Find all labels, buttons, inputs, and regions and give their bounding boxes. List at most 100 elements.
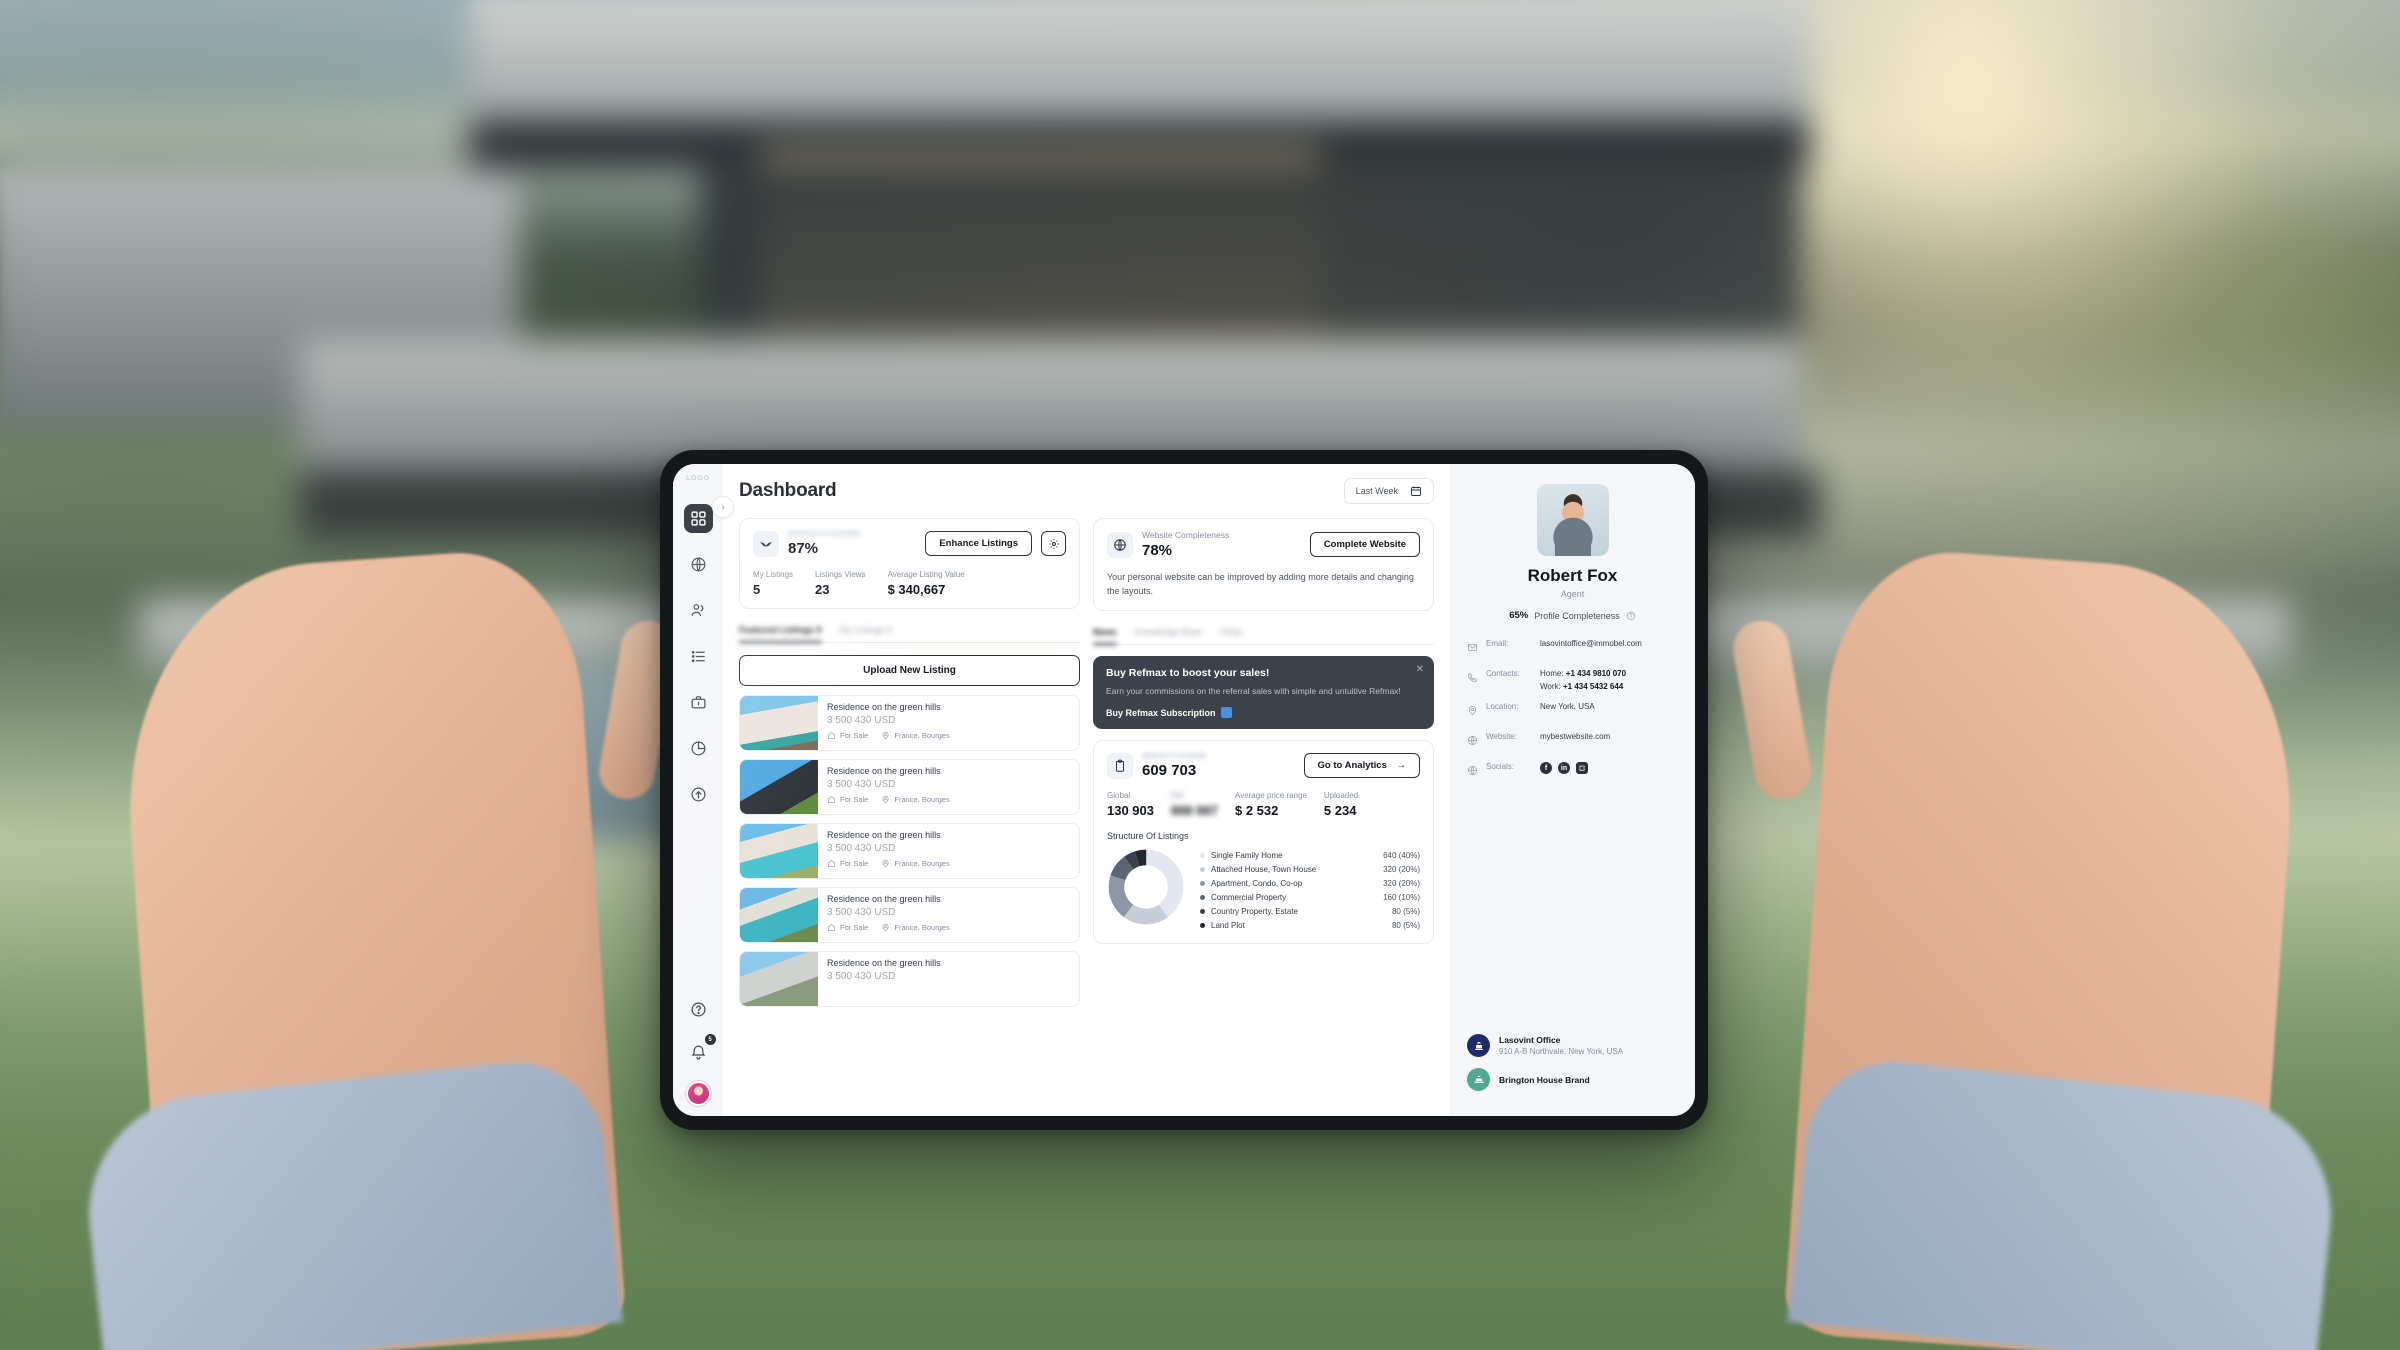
- banner-title: Buy Refmax to boost your sales!: [1106, 666, 1270, 679]
- close-icon[interactable]: ✕: [1416, 664, 1424, 675]
- complete-website-button[interactable]: Complete Website: [1309, 532, 1420, 557]
- go-to-analytics-button[interactable]: Go to Analytics →: [1303, 753, 1420, 779]
- listing-quality-title-blurred: [788, 530, 860, 537]
- legend-item: Attached House, Town House 320 (20%): [1200, 862, 1420, 876]
- contact-work-label: Work:: [1540, 682, 1561, 691]
- listings-list: Residence on the green hills 3 500 430 U…: [739, 695, 1080, 1015]
- metric-label: Average Listing Value: [887, 570, 965, 579]
- list-item[interactable]: Residence on the green hills 3 500 430 U…: [739, 823, 1080, 879]
- legend-value: 160 (10%): [1383, 892, 1420, 902]
- metric-average-price-range: Average price range $ 2 532: [1235, 791, 1307, 818]
- legend-dot: [1200, 922, 1205, 928]
- sidebar-item-portfolio[interactable]: [684, 688, 713, 717]
- buy-refmax-subscription-link[interactable]: Buy Refmax Subscription: [1106, 707, 1421, 719]
- upload-new-listing-button[interactable]: Upload New Listing: [739, 655, 1080, 686]
- metric-value: $ 340,667: [887, 582, 946, 597]
- sidebar-item-website[interactable]: [684, 550, 713, 579]
- sidebar-item-analytics[interactable]: [684, 734, 713, 763]
- list-item[interactable]: Residence on the green hills 3 500 430 U…: [739, 887, 1080, 943]
- chart-title: Structure Of Listings: [1107, 831, 1189, 842]
- metric-value: 888 887: [1171, 803, 1218, 819]
- website-card-description: Your personal website can be improved by…: [1107, 572, 1414, 596]
- listing-body: Residence on the green hills 3 500 430 U…: [818, 952, 1079, 1006]
- upload-circle-icon: [691, 787, 705, 802]
- metric-uploaded: Uploaded 5 234: [1324, 791, 1358, 818]
- list-item[interactable]: Residence on the green hills 3 500 430 U…: [739, 695, 1080, 751]
- date-filter-dropdown[interactable]: Last Week: [1343, 478, 1434, 504]
- tab-faqs[interactable]: FAQs: [1220, 627, 1243, 644]
- pin-icon: [882, 795, 889, 804]
- pie-chart-icon: [691, 741, 705, 756]
- instagram-icon[interactable]: ◻: [1576, 762, 1588, 774]
- listing-meta: For Sale France, Bourges: [827, 731, 1070, 740]
- tab-featured-listings[interactable]: Featured Listings 5: [739, 625, 822, 643]
- profile-role: Agent: [1560, 589, 1585, 599]
- listing-body: Residence on the green hills 3 500 430 U…: [818, 888, 1079, 942]
- legend-label: Land Plot: [1211, 920, 1245, 930]
- metric-label: My Listings: [753, 570, 794, 579]
- info-icon[interactable]: [1626, 611, 1636, 621]
- sidebar-item-help[interactable]: [684, 995, 713, 1024]
- listing-quality-metrics: My Listings 5 Listings Views 23 Average …: [753, 570, 1066, 597]
- location-label: France, Bourges: [894, 795, 950, 804]
- metric-value: 5: [753, 582, 761, 597]
- profile-website-value[interactable]: mybestwebsite.com: [1540, 732, 1610, 741]
- profile-label: Email:: [1486, 639, 1509, 648]
- organization-brington-house-brand[interactable]: Brington House Brand: [1467, 1068, 1678, 1091]
- pin-icon: [882, 859, 889, 868]
- status-label: For Sale: [840, 859, 869, 868]
- organization-lasovint-office[interactable]: Lasovint Office 910 A-B Northvale, New Y…: [1467, 1034, 1678, 1057]
- location-label: France, Bourges: [894, 731, 950, 740]
- avatar: [1536, 484, 1609, 556]
- profile-label: Contacts:: [1486, 669, 1520, 678]
- arrow-right-icon: →: [1396, 760, 1407, 772]
- organization-name: Brington House Brand: [1499, 1074, 1590, 1085]
- go-to-analytics-label: Go to Analytics: [1317, 760, 1387, 772]
- listing-location: France, Bourges: [881, 795, 950, 804]
- sidebar-item-listings[interactable]: [684, 642, 713, 671]
- linkedin-icon[interactable]: in: [1558, 762, 1570, 774]
- tab-news[interactable]: News: [1093, 627, 1117, 645]
- facebook-icon[interactable]: f: [1540, 762, 1552, 774]
- right-column: Website Completeness 78% Complete Websit…: [1093, 518, 1434, 1015]
- wings-icon: [753, 530, 779, 557]
- analytics-metrics: Global 130 903 Ref 888 887 Average price…: [1107, 791, 1420, 818]
- listing-body: Residence on the green hills 3 500 430 U…: [818, 696, 1079, 750]
- price-currency: USD: [874, 971, 896, 982]
- organization-text: Brington House Brand: [1499, 1075, 1590, 1085]
- contact-work-number[interactable]: +1 434 5432 644: [1563, 682, 1623, 691]
- listing-quality-header: 87% Enhance Listings: [753, 530, 1066, 557]
- sidebar-item-dashboard[interactable]: [683, 504, 713, 533]
- office-icon: [1467, 1034, 1490, 1057]
- legend-value: 80 (5%): [1391, 906, 1420, 916]
- metric-label: Global: [1107, 791, 1131, 801]
- metric-listings-views: Listings Views 23: [815, 570, 866, 597]
- sidebar-item-upload[interactable]: [684, 780, 713, 809]
- listing-price: 3 500 430 USD: [827, 715, 1070, 726]
- help-circle-icon: [691, 1002, 705, 1017]
- listing-thumbnail: [740, 952, 818, 1006]
- enhance-listings-button[interactable]: Enhance Listings: [925, 531, 1032, 556]
- sidebar-collapse-button[interactable]: ›: [712, 496, 734, 518]
- phone-icon: [1467, 669, 1479, 688]
- user-avatar[interactable]: [685, 1081, 711, 1106]
- tab-my-listings[interactable]: My Listings 5: [840, 625, 893, 642]
- tab-knowledge-base[interactable]: Knowledge Base: [1135, 627, 1203, 644]
- page-title: Dashboard: [739, 480, 837, 501]
- list-item[interactable]: Residence on the green hills 3 500 430 U…: [739, 951, 1080, 1007]
- listing-settings-button[interactable]: [1041, 531, 1066, 556]
- list-item[interactable]: Residence on the green hills 3 500 430 U…: [739, 759, 1080, 815]
- listing-price: 3 500 430 USD: [827, 971, 1070, 982]
- contact-home-number[interactable]: +1 434 9810 070: [1566, 669, 1626, 678]
- location-label: France, Bourges: [894, 859, 950, 868]
- price-currency: USD: [874, 715, 896, 726]
- listing-title: Residence on the green hills: [827, 766, 941, 776]
- website-card-label: Website Completeness: [1142, 530, 1230, 540]
- listing-thumbnail: [740, 696, 818, 750]
- listing-quality-card: 87% Enhance Listings My Listings 5 Listi…: [739, 518, 1080, 609]
- globe-icon: [1467, 732, 1479, 751]
- profile-email-value[interactable]: lasovintoffice@immobel.com: [1540, 639, 1642, 648]
- listing-location: France, Bourges: [881, 923, 950, 932]
- sidebar-item-notifications[interactable]: 5: [684, 1034, 716, 1067]
- sidebar-item-contacts[interactable]: [684, 596, 713, 625]
